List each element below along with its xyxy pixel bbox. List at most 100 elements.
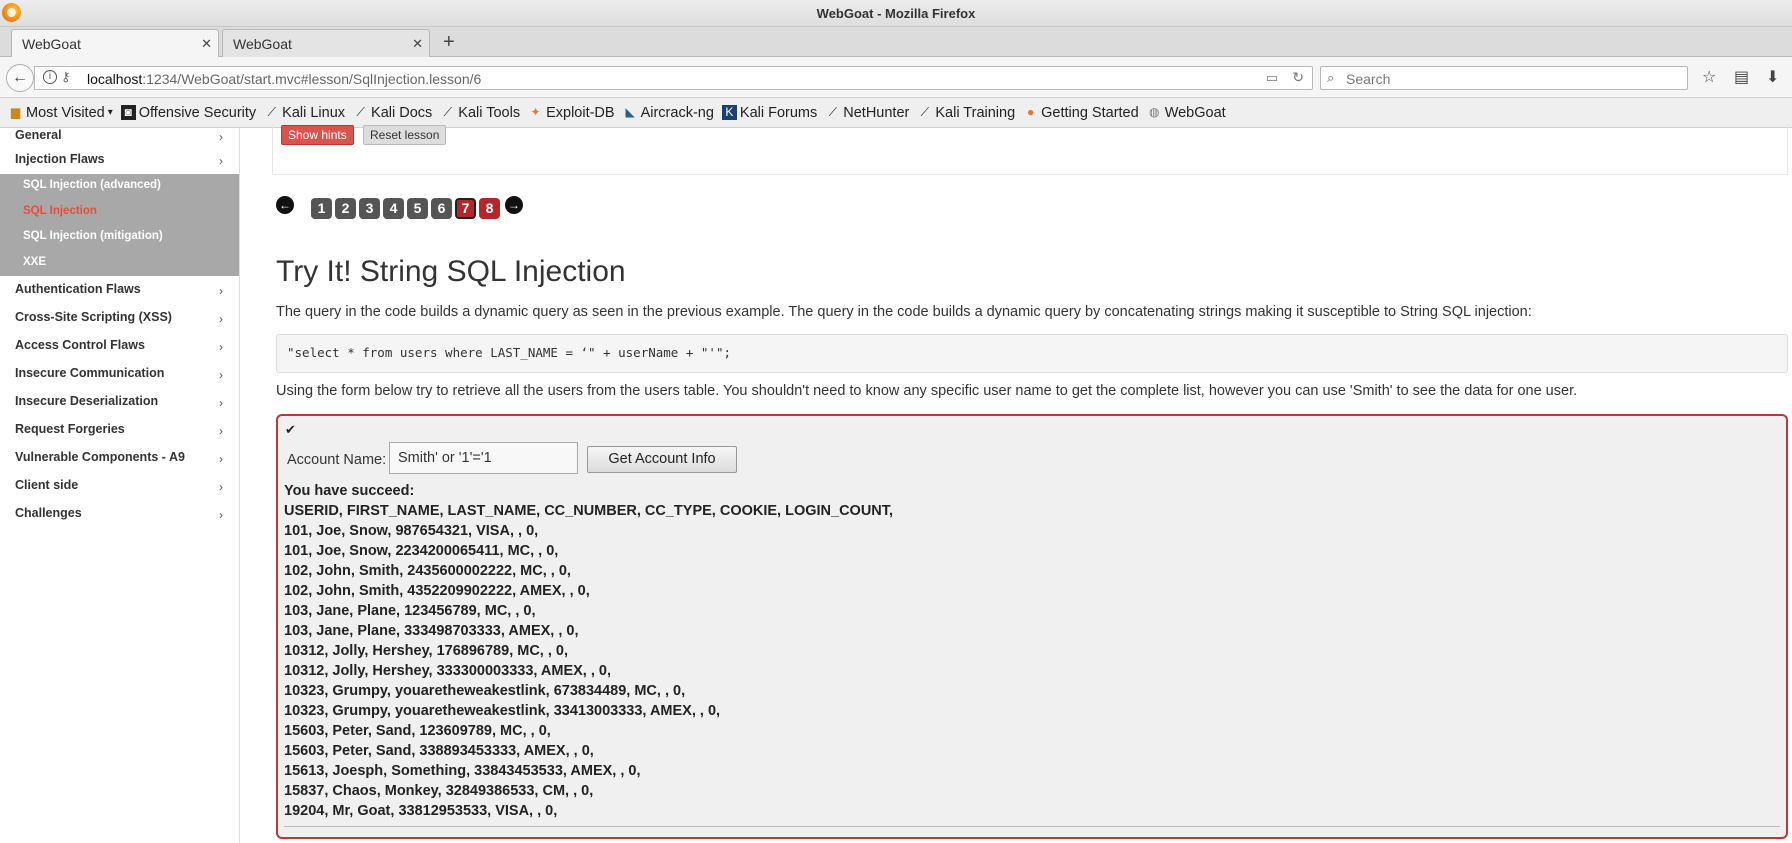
page-link-3[interactable]: 3	[359, 198, 380, 219]
aircrack-icon: ◣	[625, 105, 635, 119]
menu-category-insecure-communication[interactable]: Insecure Communication ›	[0, 360, 239, 388]
menu-category-vulnerable-components[interactable]: Vulnerable Components - A9 ›	[0, 444, 239, 472]
menu-category-xss[interactable]: Cross-Site Scripting (XSS) ›	[0, 304, 239, 332]
reload-icon[interactable]: ↻	[1292, 69, 1304, 86]
code-snippet: "select * from users where LAST_NAME = ‘…	[276, 334, 1788, 373]
result-row: 103, Jane, Plane, 123456789, MC, , 0,	[284, 603, 536, 619]
lesson-description: The query in the code builds a dynamic q…	[276, 304, 1532, 320]
bookmark-kali-linux[interactable]: ⟋ Kali Linux	[264, 105, 345, 121]
page-link-6[interactable]: 6	[431, 198, 452, 219]
page-link-7-current[interactable]: 7	[455, 198, 476, 219]
download-arrow-icon[interactable]: ⬇	[1766, 67, 1779, 87]
globe-icon: ◍	[1148, 105, 1160, 119]
search-placeholder: Search	[1346, 71, 1391, 87]
submenu-item-sql-injection-mitigation[interactable]: SQL Injection (mitigation)	[0, 225, 239, 251]
kali-icon: ⟋	[920, 105, 930, 119]
chevron-right-icon: ›	[219, 154, 223, 168]
window-title: WebGoat - Mozilla Firefox	[816, 6, 976, 21]
bookmark-offensive-security[interactable]: ◙ Offensive Security	[120, 105, 256, 121]
bookmark-aircrack-ng[interactable]: ◣ Aircrack-ng	[623, 105, 713, 121]
account-name-input[interactable]	[389, 442, 578, 474]
bookmark-exploit-db[interactable]: ✦ Exploit-DB	[528, 105, 615, 121]
submenu-item-sql-injection-advanced[interactable]: SQL Injection (advanced)	[0, 174, 239, 200]
page-link-8[interactable]: 8	[479, 198, 500, 219]
chevron-right-icon: ›	[219, 396, 223, 410]
back-arrow-icon[interactable]: ←	[6, 64, 34, 92]
result-row: 101, Joe, Snow, 987654321, VISA, , 0,	[284, 523, 539, 539]
page-link-5[interactable]: 5	[407, 198, 428, 219]
result-row: 10323, Grumpy, youaretheweakestlink, 673…	[284, 683, 686, 699]
injection-flaws-submenu: SQL Injection (advanced) SQL Injection S…	[0, 174, 239, 276]
navigation-toolbar: ← i ⚷ localhost:1234/WebGoat/start.mvc#l…	[0, 57, 1792, 98]
close-tab-icon[interactable]: ✕	[412, 36, 423, 52]
chevron-down-icon: ▾	[107, 107, 113, 118]
tab-webgoat[interactable]: WebGoat ✕	[222, 29, 430, 57]
bookmark-kali-docs[interactable]: ⟋ Kali Docs	[353, 105, 432, 121]
search-input[interactable]: ⌕ Search	[1320, 66, 1688, 90]
chevron-right-icon: ›	[219, 452, 223, 466]
bookmarks-toolbar: ▆ Most Visited ▾ ◙ Offensive Security ⟋ Kali…	[0, 98, 1792, 128]
next-page-arrow-icon[interactable]: →	[505, 196, 523, 214]
key-icon[interactable]: ⚷	[61, 69, 71, 85]
bookmark-kali-training[interactable]: ⟋ Kali Training	[917, 105, 1016, 121]
bookmark-kali-forums[interactable]: K Kali Forums	[721, 105, 817, 121]
menu-category-client-side[interactable]: Client side ›	[0, 472, 239, 500]
menu-category-injection-flaws[interactable]: Injection Flaws ›	[0, 146, 239, 174]
chevron-right-icon: ›	[219, 312, 223, 326]
menu-category-access-control-flaws[interactable]: Access Control Flaws ›	[0, 332, 239, 360]
new-tab-plus-icon[interactable]: +	[443, 31, 455, 54]
bookmark-kali-tools[interactable]: ⟋ Kali Tools	[440, 105, 521, 121]
page-link-4[interactable]: 4	[383, 198, 404, 219]
checkmark-icon: ✔	[285, 422, 296, 437]
result-row: 101, Joe, Snow, 2234200065411, MC, , 0,	[284, 543, 559, 559]
info-icon[interactable]: i	[43, 70, 57, 84]
exploitdb-icon: ✦	[530, 105, 541, 119]
page-link-2[interactable]: 2	[335, 198, 356, 219]
page-link-1[interactable]: 1	[311, 198, 332, 219]
tab-label: WebGoat	[22, 36, 81, 52]
lesson-sidebar: General › Injection Flaws › SQL Injection …	[0, 128, 240, 843]
submenu-item-sql-injection[interactable]: SQL Injection	[0, 200, 239, 226]
chevron-right-icon: ›	[219, 340, 223, 354]
bookmark-most-visited[interactable]: ▆ Most Visited ▾	[8, 105, 113, 121]
get-account-info-button[interactable]: Get Account Info	[587, 446, 737, 473]
bookmark-star-icon[interactable]: ☆	[1702, 67, 1716, 87]
kali-icon: ⟋	[356, 105, 365, 119]
lesson-instructions: Using the form below try to retrieve all…	[276, 383, 1578, 399]
tab-webgoat-active[interactable]: WebGoat ✕	[11, 29, 219, 58]
previous-page-arrow-icon[interactable]: ←	[276, 196, 294, 214]
divider	[284, 826, 1780, 827]
result-status: You have succeed:	[284, 483, 415, 499]
result-row: 10312, Jolly, Hershey, 333300003333, AME…	[284, 663, 612, 679]
firefox-icon: ●	[1027, 105, 1035, 119]
menu-category-insecure-deserialization[interactable]: Insecure Deserialization ›	[0, 388, 239, 416]
window-titlebar: WebGoat - Mozilla Firefox	[0, 0, 1792, 27]
tab-label: WebGoat	[233, 36, 292, 52]
kali-forums-icon: K	[721, 105, 737, 120]
menu-category-challenges[interactable]: Challenges ›	[0, 500, 239, 528]
menu-category-general[interactable]: General ›	[0, 128, 239, 146]
attack-form-container: ✔ Account Name: Get Account Info You hav…	[276, 414, 1788, 839]
chevron-right-icon: ›	[219, 480, 223, 494]
bookmark-getting-started[interactable]: ● Getting Started	[1023, 105, 1139, 121]
menu-category-request-forgeries[interactable]: Request Forgeries ›	[0, 416, 239, 444]
kali-icon: ⟋	[443, 105, 452, 119]
reset-lesson-button[interactable]: Reset lesson	[363, 125, 447, 145]
bookmark-webgoat[interactable]: ◍ WebGoat	[1147, 105, 1226, 121]
lesson-content: Show hints Reset lesson ← 1 2 3 4 5 6 7 …	[272, 125, 1792, 843]
url-text[interactable]: localhost:1234/WebGoat/start.mvc#lesson/…	[87, 71, 481, 87]
reader-view-icon[interactable]: ▭	[1266, 70, 1278, 86]
bookmark-nethunter[interactable]: ⟋ NetHunter	[825, 105, 910, 121]
result-row: 15603, Peter, Sand, 338893453333, AMEX, …	[284, 743, 594, 759]
show-hints-button[interactable]: Show hints	[281, 125, 354, 145]
chevron-right-icon: ›	[219, 508, 223, 522]
url-bar[interactable]: i ⚷ localhost:1234/WebGoat/start.mvc#les…	[34, 66, 1313, 90]
menu-category-authentication-flaws[interactable]: Authentication Flaws ›	[0, 276, 239, 304]
kali-icon: ⟋	[828, 105, 837, 119]
result-row: 103, Jane, Plane, 333498703333, AMEX, , …	[284, 623, 579, 639]
folder-icon: ▆	[10, 105, 21, 119]
close-tab-icon[interactable]: ✕	[201, 36, 212, 52]
result-row: 102, John, Smith, 4352209902222, AMEX, ,…	[284, 583, 590, 599]
submenu-item-xxe[interactable]: XXE	[0, 251, 239, 277]
library-icon[interactable]: ▤	[1734, 67, 1749, 87]
